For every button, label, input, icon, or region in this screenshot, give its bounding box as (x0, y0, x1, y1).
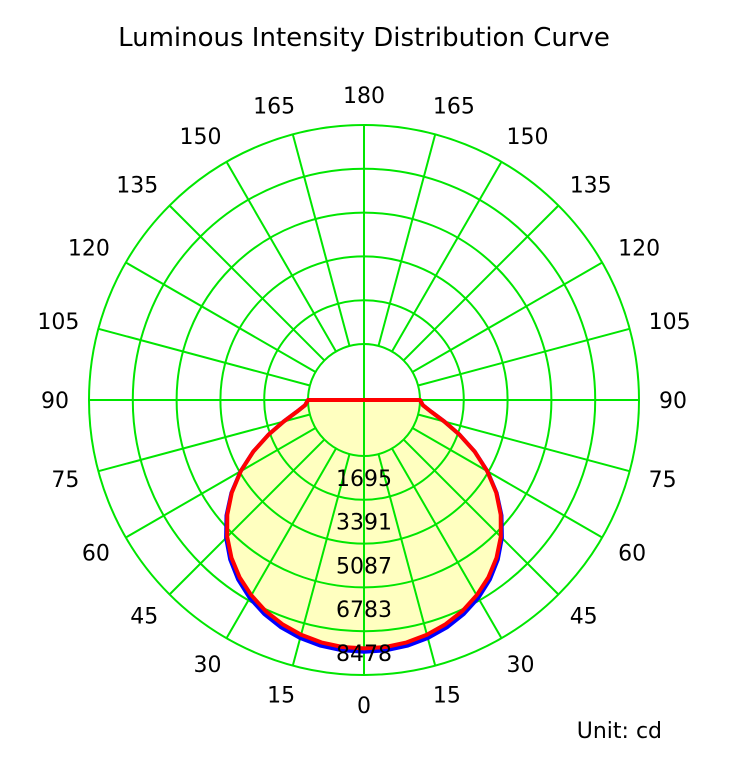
angle-label-right-60: 60 (618, 542, 646, 567)
angle-label-left-180: 180 (343, 84, 385, 109)
angle-label-left-0: 0 (357, 694, 371, 719)
grid-spoke-165 (377, 134, 437, 347)
grid-spoke-255 (98, 327, 311, 387)
radial-tick-label: 3391 (336, 511, 392, 536)
radial-tick-label: 1695 (336, 467, 392, 492)
angle-label-left-30: 30 (194, 653, 222, 678)
polar-chart: Luminous Intensity Distribution Curve 16… (37, 23, 691, 744)
angle-label-right-105: 105 (649, 310, 691, 335)
angle-label-right-90: 90 (659, 389, 687, 414)
angle-label-left-90: 90 (41, 389, 69, 414)
angle-label-left-165: 165 (253, 94, 295, 119)
angle-label-left-45: 45 (130, 605, 158, 630)
grid-spoke-195 (291, 134, 351, 347)
angle-label-left-150: 150 (180, 125, 222, 150)
angle-label-left-60: 60 (82, 542, 110, 567)
angle-label-right-120: 120 (618, 237, 660, 262)
angle-label-right-45: 45 (570, 605, 598, 630)
angle-label-left-120: 120 (68, 237, 110, 262)
radial-tick-label: 8478 (336, 642, 392, 667)
radial-tick-label: 6783 (336, 598, 392, 623)
angle-label-right-150: 150 (507, 125, 549, 150)
angle-label-left-105: 105 (37, 310, 79, 335)
unit-label: Unit: cd (577, 719, 662, 744)
angle-label-right-15: 15 (433, 684, 461, 709)
chart-title: Luminous Intensity Distribution Curve (118, 23, 610, 53)
angle-label-right-30: 30 (507, 653, 535, 678)
grid-spoke-105 (417, 327, 630, 387)
angle-label-left-135: 135 (116, 173, 158, 198)
angle-label-right-165: 165 (433, 94, 475, 119)
grid-spoke-225 (168, 204, 326, 362)
angle-label-right-75: 75 (649, 468, 677, 493)
angle-label-left-15: 15 (267, 684, 295, 709)
grid-spoke-135 (402, 204, 560, 362)
angle-label-right-135: 135 (570, 173, 612, 198)
angle-label-left-75: 75 (51, 468, 79, 493)
radial-tick-label: 5087 (336, 554, 392, 579)
